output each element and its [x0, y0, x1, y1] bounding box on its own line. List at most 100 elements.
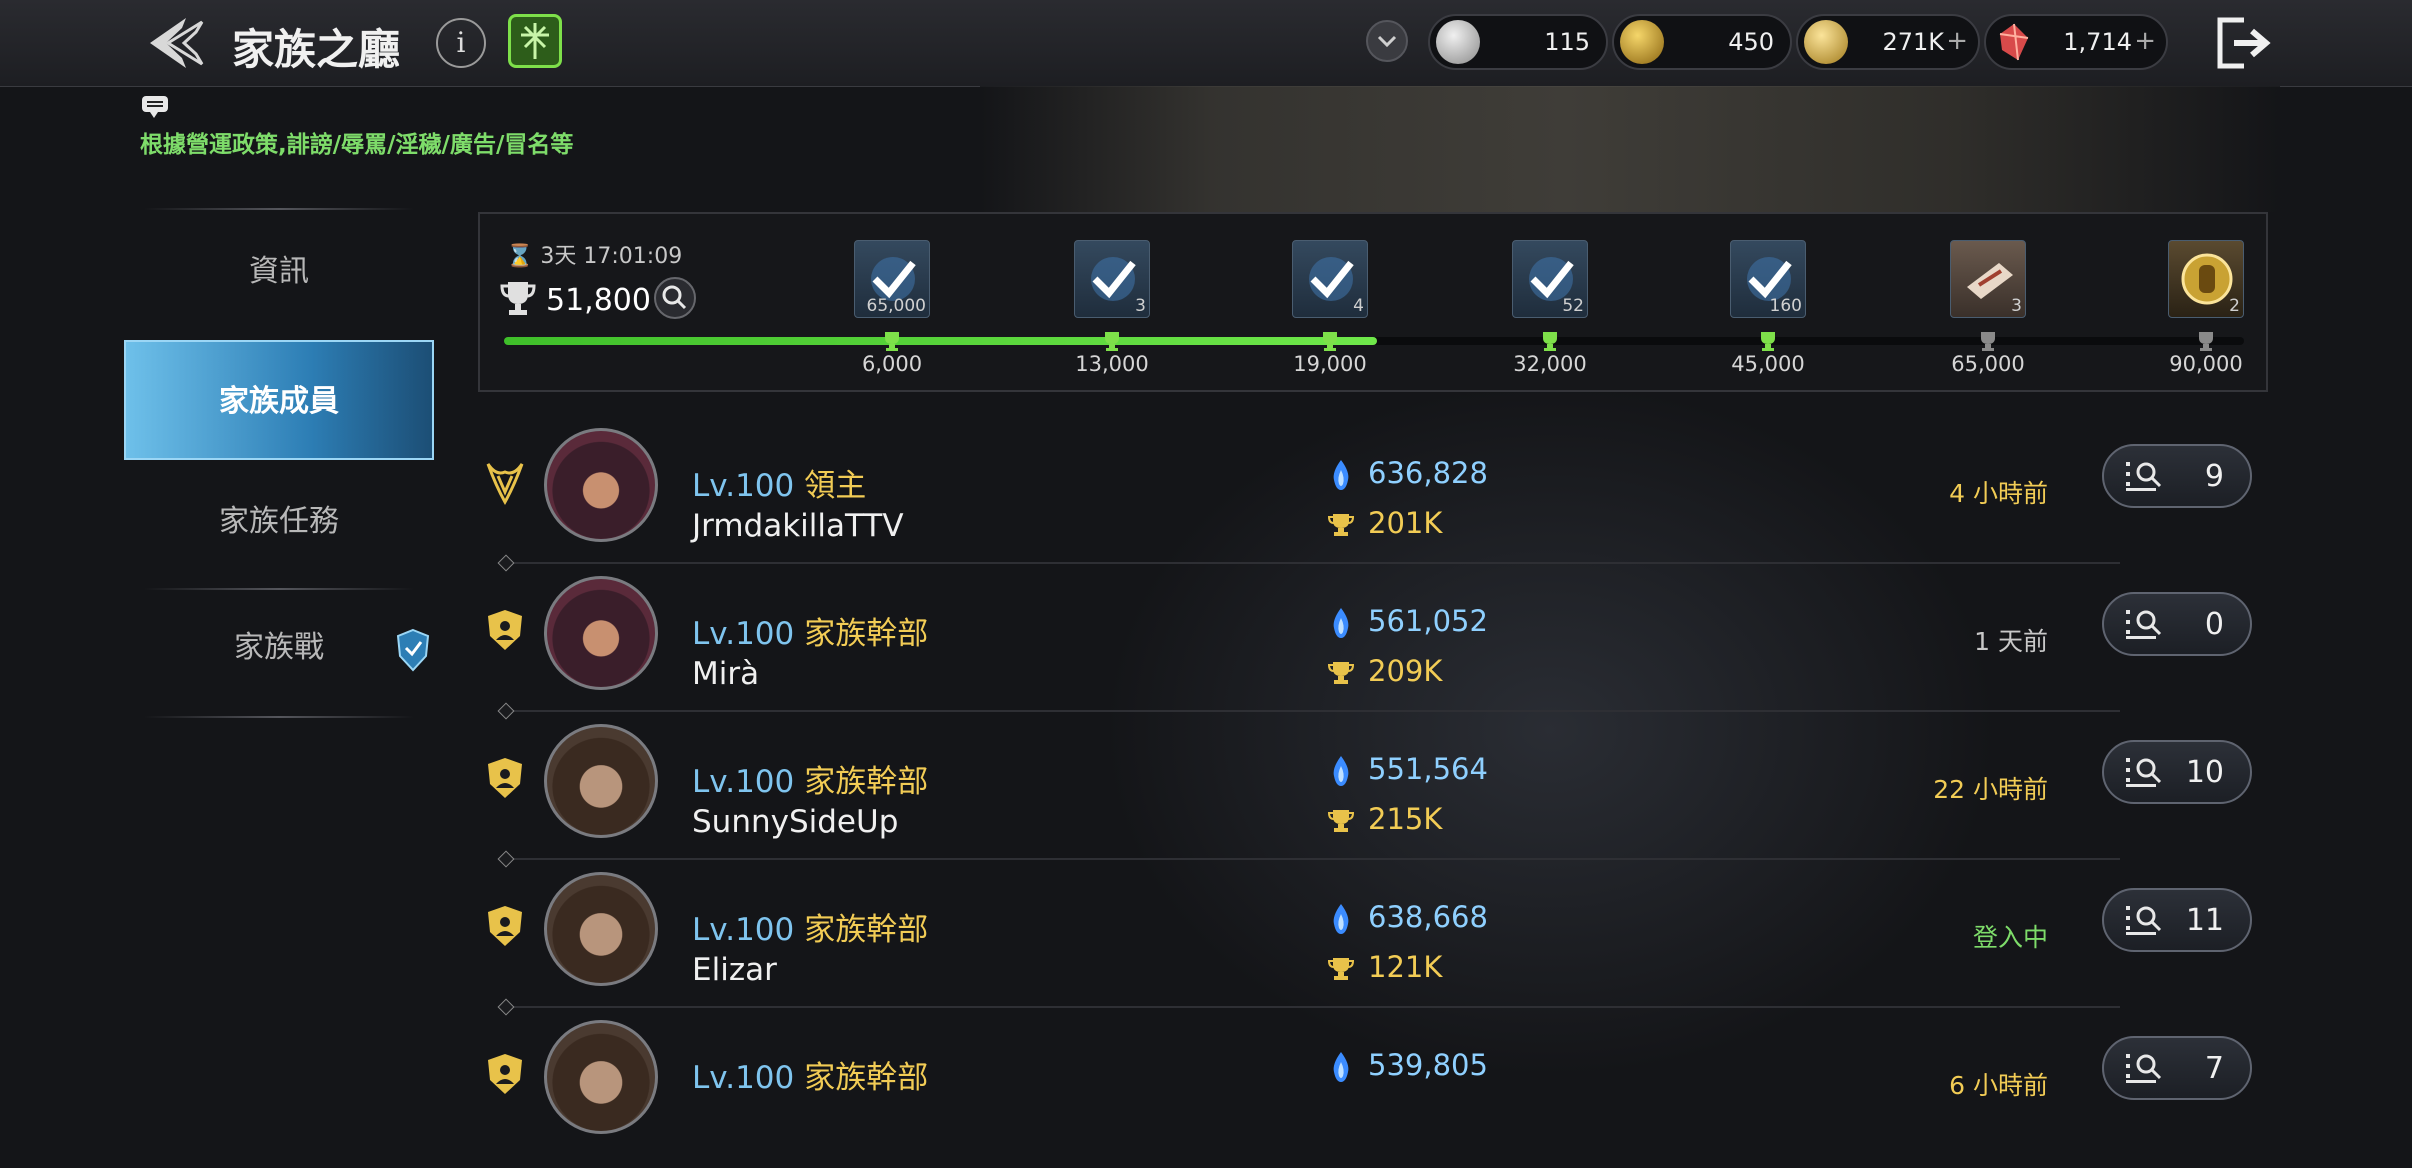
silver-coin-icon: [1436, 20, 1480, 64]
member-row[interactable]: Lv.100 家族幹部 SunnySideUp 551,564 215K 22 小時前 10: [478, 724, 2268, 872]
member-level: Lv.100 家族幹部: [692, 904, 928, 949]
sidebar-item-info[interactable]: 資訊: [124, 212, 434, 332]
member-row[interactable]: Lv.100 家族幹部 539,805 6 小時前 7: [478, 1020, 2268, 1168]
avatar[interactable]: [544, 428, 658, 542]
officer-shield-icon: [488, 906, 522, 946]
member-detail-button[interactable]: 7: [2102, 1036, 2252, 1100]
member-detail-button[interactable]: 0: [2102, 592, 2252, 656]
exit-icon[interactable]: [2214, 16, 2276, 70]
checkmark-icon: [1309, 257, 1354, 301]
shield-icon: [396, 628, 430, 672]
currency-gold-coin[interactable]: 271K +: [1796, 14, 1980, 70]
milestone-reward[interactable]: 2: [2168, 240, 2244, 318]
sidebar-item-war[interactable]: 家族戰: [124, 588, 434, 708]
member-name: SunnySideUp: [692, 804, 899, 840]
last-seen: 登入中: [1972, 923, 2048, 952]
milestone-reward-claimed[interactable]: 65,000: [854, 240, 930, 318]
detail-count: 10: [2185, 755, 2224, 790]
member-detail-button[interactable]: 9: [2102, 444, 2252, 508]
progress-fill: [504, 337, 1378, 345]
clan-emblem-icon: [521, 23, 549, 59]
sidebar-item-quests[interactable]: 家族任務: [124, 462, 434, 582]
milestone-reward-claimed[interactable]: 3: [1074, 240, 1150, 318]
milestone-threshold: 45,000: [1731, 352, 1805, 376]
avatar[interactable]: [544, 576, 658, 690]
search-icon: [662, 285, 687, 310]
member-row[interactable]: Lv.100 家族幹部 Mirà 561,052 209K 1 天前 0: [478, 576, 2268, 724]
member-name: JrmdakillaTTV: [692, 508, 904, 544]
event-timer: ⌛ 3天 17:01:09: [506, 238, 682, 270]
contribution: 201K: [1368, 506, 1443, 540]
currency-red-crystal[interactable]: 1,714 +: [1984, 14, 2168, 70]
divider: [144, 208, 414, 210]
checkmark-icon: [1091, 257, 1136, 301]
trophy-icon: [1328, 662, 1354, 684]
currency-value: 1,714: [2063, 28, 2132, 56]
sidebar-item-members[interactable]: 家族成員: [124, 340, 434, 460]
reward-count: 2: [2229, 296, 2240, 316]
clan-score: 51,800: [546, 283, 651, 318]
member-row[interactable]: Lv.100 家族幹部 Elizar 638,668 121K 登入中 11: [478, 872, 2268, 1020]
member-role: 領主: [804, 468, 867, 504]
reward-count: 52: [1562, 296, 1584, 316]
milestone-trophy-marker: [1540, 330, 1560, 352]
red-crystal-icon: [1999, 23, 2029, 61]
inspect-icon: [2126, 610, 2162, 639]
member-level: Lv.100 領主: [692, 460, 866, 505]
add-icon[interactable]: +: [2134, 26, 2156, 56]
page-title: 家族之廳: [232, 25, 401, 74]
member-level: Lv.100 家族幹部: [692, 756, 928, 801]
level-text: Lv.100: [692, 468, 795, 504]
member-detail-button[interactable]: 10: [2102, 740, 2252, 804]
member-detail-button[interactable]: 11: [2102, 888, 2252, 952]
milestone-threshold: 13,000: [1075, 352, 1149, 376]
divider: [144, 716, 414, 718]
add-icon[interactable]: +: [1946, 26, 1968, 56]
gold-medal-icon: [1620, 20, 1664, 64]
member-role: 家族幹部: [804, 764, 929, 800]
milestone-threshold: 6,000: [861, 352, 923, 376]
milestone-reward-claimed[interactable]: 52: [1512, 240, 1588, 318]
reward-count: 3: [1135, 296, 1146, 316]
avatar[interactable]: [544, 872, 658, 986]
milestone-trophy-marker: [882, 330, 902, 352]
detail-count: 9: [2204, 459, 2224, 494]
milestone-reward[interactable]: 3: [1950, 240, 2026, 318]
top-bar: 家族之廳 i 115 450 271K + 1,714 +: [0, 0, 2412, 87]
combat-power-icon: [1333, 460, 1349, 490]
avatar[interactable]: [544, 724, 658, 838]
inspect-icon: [2126, 906, 2162, 935]
back-arrow-icon[interactable]: [146, 14, 212, 72]
combat-power: 636,828: [1368, 456, 1488, 490]
currency-value: 115: [1544, 28, 1590, 56]
officer-shield-icon: [488, 758, 522, 798]
officer-shield-icon: [488, 1054, 522, 1094]
village-banner-image: [980, 86, 2280, 212]
milestone-reward-claimed[interactable]: 160: [1730, 240, 1806, 318]
contribution: 215K: [1368, 802, 1443, 836]
search-button[interactable]: [654, 277, 696, 319]
contribution: 209K: [1368, 654, 1443, 688]
level-text: Lv.100: [692, 1060, 795, 1096]
member-name: Mirà: [692, 656, 760, 692]
currency-dropdown-button[interactable]: [1366, 20, 1408, 62]
officer-shield-icon: [488, 610, 522, 650]
info-button[interactable]: i: [436, 18, 486, 68]
lord-emblem-icon: [486, 463, 524, 506]
member-role: 家族幹部: [804, 912, 929, 948]
avatar[interactable]: [544, 1020, 658, 1134]
inspect-icon: [2126, 758, 2162, 787]
level-text: Lv.100: [692, 764, 795, 800]
combat-power-icon: [1333, 904, 1349, 934]
member-level: Lv.100 家族幹部: [692, 1052, 928, 1097]
reward-count: 65,000: [866, 296, 926, 316]
milestone-reward-claimed[interactable]: 4: [1292, 240, 1368, 318]
inspect-icon: [2126, 462, 2162, 491]
member-row[interactable]: Lv.100 領主 JrmdakillaTTV 636,828 201K 4 小時前 9: [478, 428, 2268, 576]
milestone-trophy-marker: [2196, 330, 2216, 352]
trophy-icon: [500, 282, 536, 315]
clan-emblem-button[interactable]: [508, 14, 562, 68]
milestone-trophy-marker: [1978, 330, 1998, 352]
gold-helmet-icon: [2181, 253, 2233, 305]
combat-power: 638,668: [1368, 900, 1488, 934]
